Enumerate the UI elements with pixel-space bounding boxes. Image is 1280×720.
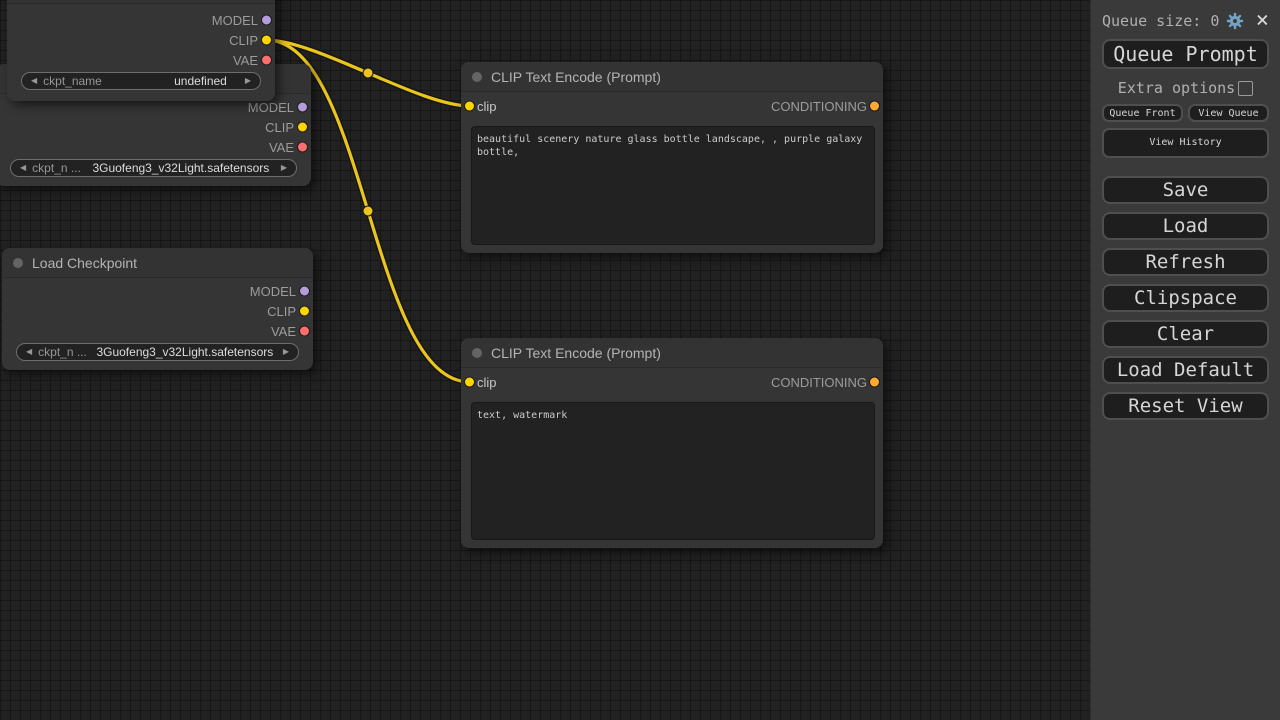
output-slot-model: MODEL <box>7 10 275 30</box>
node-title-bar[interactable]: Load Checkpoint <box>2 248 313 278</box>
reset-view-button[interactable]: Reset View <box>1102 392 1269 420</box>
node-collapse-dot[interactable] <box>472 72 482 82</box>
ckpt-name-widget[interactable]: ◀ ckpt_n ... 3Guofeng3_v32Light.safetens… <box>16 343 299 361</box>
node-title-bar[interactable]: CLIP Text Encode (Prompt) <box>461 338 883 368</box>
widget-name: ckpt_n ... <box>38 345 87 359</box>
clip-output-port[interactable] <box>262 36 271 45</box>
checkpoint-loader-node-top[interactable]: MODEL CLIP VAE ◀ ckpt_name undefined ▶ <box>7 0 275 101</box>
view-history-row: View History <box>1102 128 1269 158</box>
vae-output-port[interactable] <box>300 327 309 336</box>
queue-front-button[interactable]: Queue Front <box>1102 104 1183 122</box>
queue-buttons-row: Queue Front View Queue <box>1102 104 1269 122</box>
clip-input-port[interactable] <box>465 102 474 111</box>
output-slot-label: CLIP <box>265 120 294 135</box>
close-icon[interactable]: × <box>1256 12 1269 30</box>
extra-options-label: Extra options <box>1118 79 1235 97</box>
model-output-port[interactable] <box>300 287 309 296</box>
model-output-port[interactable] <box>298 103 307 112</box>
output-slot-clip: CLIP <box>0 117 311 137</box>
slot-row: clip CONDITIONING <box>461 96 883 116</box>
output-slot-label: CLIP <box>267 304 296 319</box>
settings-gear-icon[interactable] <box>1226 12 1244 30</box>
view-history-button[interactable]: View History <box>1102 128 1269 158</box>
save-button[interactable]: Save <box>1102 176 1269 204</box>
clip-output-port[interactable] <box>298 123 307 132</box>
node-collapse-dot[interactable] <box>472 348 482 358</box>
widget-prev-icon[interactable]: ◀ <box>20 164 26 172</box>
positive-prompt-textarea[interactable]: beautiful scenery nature glass bottle la… <box>471 126 875 245</box>
wire-midpoint-dot[interactable] <box>363 206 373 216</box>
widget-prev-icon[interactable]: ◀ <box>26 348 32 356</box>
queue-size-label: Queue size: 0 <box>1102 12 1219 30</box>
output-slot-label: MODEL <box>248 100 294 115</box>
widget-value: 3Guofeng3_v32Light.safetensors <box>93 345 277 359</box>
clip-output-port[interactable] <box>300 307 309 316</box>
output-slot-label: MODEL <box>250 284 296 299</box>
extra-options-checkbox[interactable] <box>1238 81 1253 96</box>
output-slot-label: CLIP <box>229 33 258 48</box>
load-default-button[interactable]: Load Default <box>1102 356 1269 384</box>
view-queue-button[interactable]: View Queue <box>1188 104 1269 122</box>
clip-input-port[interactable] <box>465 378 474 387</box>
output-slot-model: MODEL <box>2 281 313 301</box>
input-slot-label: clip <box>477 375 497 390</box>
node-collapse-dot[interactable] <box>13 258 23 268</box>
output-slot-clip: CLIP <box>7 30 275 50</box>
clear-button[interactable]: Clear <box>1102 320 1269 348</box>
widget-next-icon[interactable]: ▶ <box>283 348 289 356</box>
output-slot-label: VAE <box>233 53 258 68</box>
input-slot-label: clip <box>477 99 497 114</box>
widget-prev-icon[interactable]: ◀ <box>31 77 37 85</box>
vae-output-port[interactable] <box>262 56 271 65</box>
output-slot-vae: VAE <box>0 137 311 157</box>
queue-prompt-button[interactable]: Queue Prompt <box>1102 39 1269 69</box>
ckpt-name-widget[interactable]: ◀ ckpt_name undefined ▶ <box>21 72 261 90</box>
load-checkpoint-node[interactable]: Load Checkpoint MODEL CLIP VAE ◀ ckpt_n … <box>2 248 313 370</box>
clip-text-encode-negative-node[interactable]: CLIP Text Encode (Prompt) clip CONDITION… <box>461 338 883 548</box>
output-slot-vae: VAE <box>7 50 275 70</box>
load-button[interactable]: Load <box>1102 212 1269 240</box>
ckpt-name-widget[interactable]: ◀ ckpt_n ... 3Guofeng3_v32Light.safetens… <box>10 159 297 177</box>
vae-output-port[interactable] <box>298 143 307 152</box>
output-slot-label: VAE <box>269 140 294 155</box>
clipspace-button[interactable]: Clipspace <box>1102 284 1269 312</box>
output-slot-label: CONDITIONING <box>771 375 867 390</box>
negative-prompt-textarea[interactable]: text, watermark <box>471 402 875 540</box>
node-title: Load Checkpoint <box>32 255 137 271</box>
slot-row: clip CONDITIONING <box>461 372 883 392</box>
node-title-bar[interactable] <box>7 0 275 4</box>
node-title-bar[interactable]: CLIP Text Encode (Prompt) <box>461 62 883 92</box>
wire-midpoint-dot[interactable] <box>363 68 373 78</box>
node-title: CLIP Text Encode (Prompt) <box>491 345 661 361</box>
output-slot-label: MODEL <box>212 13 258 28</box>
clip-text-encode-positive-node[interactable]: CLIP Text Encode (Prompt) clip CONDITION… <box>461 62 883 253</box>
comfy-menu-panel: Queue size: 0 × Queue Prompt Ext <box>1090 0 1280 720</box>
widget-name: ckpt_n ... <box>32 161 81 175</box>
widget-value: undefined <box>108 74 239 88</box>
queue-size-row: Queue size: 0 × <box>1102 11 1269 31</box>
model-output-port[interactable] <box>262 16 271 25</box>
node-title: CLIP Text Encode (Prompt) <box>491 69 661 85</box>
output-slot-label: CONDITIONING <box>771 99 867 114</box>
extra-options-row: Extra options <box>1102 79 1269 97</box>
node-editor-canvas[interactable]: MODEL CLIP VAE ◀ ckpt_n ... 3Guofeng3_v3… <box>0 0 1280 720</box>
output-slot-vae: VAE <box>2 321 313 341</box>
widget-next-icon[interactable]: ▶ <box>245 77 251 85</box>
widget-value: 3Guofeng3_v32Light.safetensors <box>87 161 275 175</box>
conditioning-output-port[interactable] <box>870 102 879 111</box>
output-slot-clip: CLIP <box>2 301 313 321</box>
widget-next-icon[interactable]: ▶ <box>281 164 287 172</box>
conditioning-output-port[interactable] <box>870 378 879 387</box>
output-slot-label: VAE <box>271 324 296 339</box>
refresh-button[interactable]: Refresh <box>1102 248 1269 276</box>
widget-name: ckpt_name <box>43 74 102 88</box>
